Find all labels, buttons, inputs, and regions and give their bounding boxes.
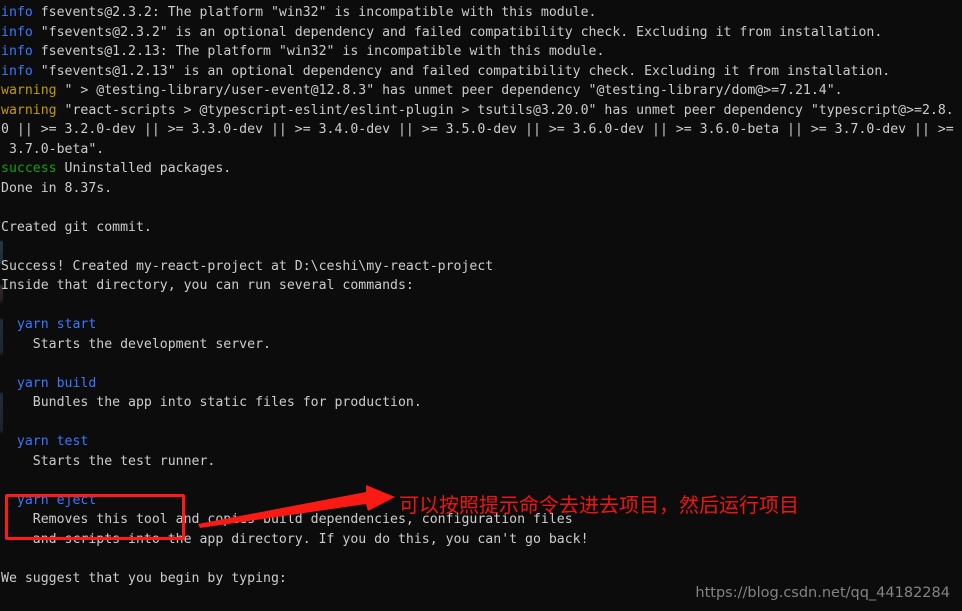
terminal-line-text: Success! Created my-react-project at D:\… — [1, 258, 494, 274]
terminal-line-text: fsevents@1.2.13: The platform "win32" is… — [32, 44, 605, 59]
terminal-command: yarn build — [1, 375, 97, 391]
terminal-window[interactable]: info fsevents@2.3.2: The platform "win32… — [0, 0, 962, 611]
terminal-line-text: "fsevents@1.2.13" is an optional depende… — [32, 63, 891, 79]
terminal-line: and scripts into the app directory. If y… — [1, 530, 962, 550]
terminal-line: info fsevents@1.2.13: The platform "win3… — [1, 42, 962, 62]
terminal-log-level-info: info — [1, 63, 33, 79]
terminal-line-text: Done in 8.37s. — [1, 180, 113, 196]
terminal-log-level-info: info — [1, 44, 33, 59]
terminal-line-text: We suggest that you begin by typing: — [1, 570, 287, 586]
terminal-output: info fsevents@2.3.2: The platform "win32… — [0, 3, 962, 611]
terminal-line-text: Uninstalled packages. — [56, 161, 232, 176]
terminal-command: yarn start — [1, 317, 97, 332]
terminal-line: Success! Created my-react-project at D:\… — [1, 257, 962, 277]
terminal-line: yarn test — [1, 432, 962, 452]
terminal-line: Starts the development server. — [1, 335, 962, 355]
terminal-line: success Uninstalled packages. — [1, 159, 962, 179]
terminal-line: info fsevents@2.3.2: The platform "win32… — [1, 3, 962, 23]
terminal-line: 0 || >= 3.2.0-dev || >= 3.3.0-dev || >= … — [1, 120, 962, 140]
terminal-log-level-info: info — [1, 5, 33, 20]
terminal-line-text: Starts the development server. — [1, 336, 271, 352]
terminal-line-text: 3.7.0-beta". — [1, 141, 105, 157]
terminal-line-text: "fsevents@2.3.2" is an optional dependen… — [32, 24, 883, 40]
terminal-line: warning "react-scripts > @typescript-esl… — [1, 101, 962, 121]
terminal-line: Inside that directory, you can run sever… — [1, 276, 962, 296]
terminal-command: yarn eject — [1, 492, 97, 508]
terminal-line: Starts the test runner. — [1, 452, 962, 472]
terminal-line-text: Starts the test runner. — [1, 453, 216, 469]
terminal-line: warning " > @testing-library/user-event@… — [1, 81, 962, 101]
terminal-line: Bundles the app into static files for pr… — [1, 393, 962, 413]
terminal-line: info "fsevents@1.2.13" is an optional de… — [1, 62, 962, 82]
watermark-url: https://blog.csdn.net/qq_44182284 — [695, 584, 950, 601]
terminal-line: info "fsevents@2.3.2" is an optional dep… — [1, 23, 962, 43]
terminal-line-text: fsevents@2.3.2: The platform "win32" is … — [32, 5, 597, 20]
terminal-log-level-info: info — [1, 24, 33, 40]
terminal-line-text: " > @testing-library/user-event@12.8.3" … — [56, 83, 843, 98]
terminal-line-text: Inside that directory, you can run sever… — [1, 278, 414, 293]
terminal-log-level-warning: warning — [1, 102, 57, 118]
terminal-line: yarn build — [1, 374, 962, 394]
terminal-line-text: and scripts into the app directory. If y… — [1, 531, 589, 547]
terminal-line: 3.7.0-beta". — [1, 140, 962, 160]
terminal-line-text: Created git commit. — [1, 219, 152, 235]
terminal-log-level-warning: warning — [1, 83, 57, 98]
terminal-line: Created git commit. — [1, 218, 962, 238]
terminal-line-text: Bundles the app into static files for pr… — [1, 395, 422, 410]
terminal-line: Done in 8.37s. — [1, 179, 962, 199]
terminal-log-level-success: success — [1, 161, 57, 176]
terminal-line-text: 0 || >= 3.2.0-dev || >= 3.3.0-dev || >= … — [1, 122, 954, 137]
terminal-line: yarn start — [1, 315, 962, 335]
terminal-line-text: "react-scripts > @typescript-eslint/esli… — [56, 102, 954, 118]
terminal-command: yarn test — [1, 434, 89, 449]
annotation-text: 可以按照提示命令去进去项目，然后运行项目 — [399, 493, 799, 517]
terminal-line: cd my-react-project — [1, 608, 962, 611]
